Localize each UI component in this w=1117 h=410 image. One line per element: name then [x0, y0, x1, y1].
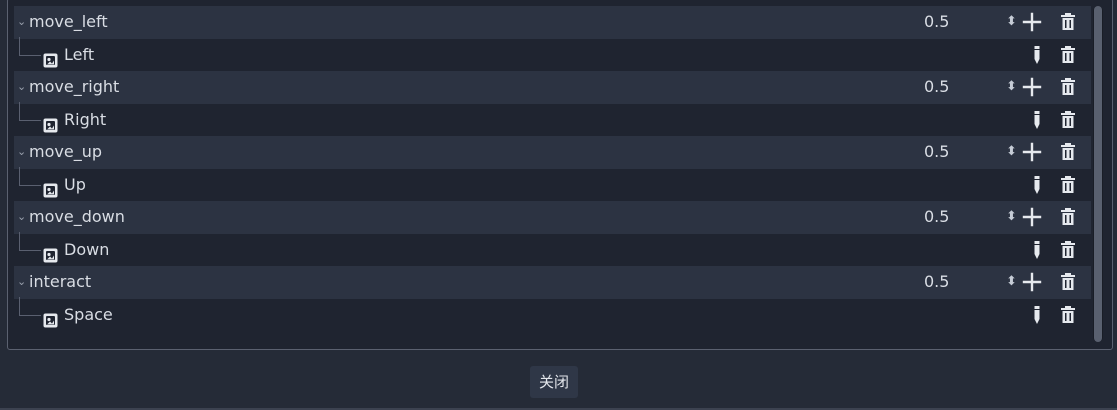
event-row[interactable]: Right	[14, 101, 1091, 137]
add-event-button[interactable]	[1022, 77, 1042, 97]
remove-event-button[interactable]	[1058, 240, 1078, 260]
tree-guide-line	[19, 166, 41, 186]
remove-action-button[interactable]	[1058, 207, 1078, 227]
joypad-icon	[43, 307, 58, 327]
pencil-icon	[1033, 240, 1041, 259]
action-tree: ⌄ move_left 0.5 ⬍ Left ⌄ move_right 0.5 ⬍ Right ⌄ m…	[14, 6, 1091, 331]
trash-icon	[1060, 175, 1076, 194]
plus-icon	[1022, 207, 1042, 227]
deadzone-value[interactable]: 0.5	[924, 266, 949, 298]
action-name: move_left	[29, 12, 108, 31]
tree-guide-line	[19, 231, 41, 251]
chevron-down-icon[interactable]: ⌄	[17, 6, 27, 38]
event-row[interactable]: Up	[14, 166, 1091, 202]
chevron-down-icon[interactable]: ⌄	[17, 136, 27, 168]
remove-action-button[interactable]	[1058, 12, 1078, 32]
event-row[interactable]: Space	[14, 296, 1091, 332]
vertical-scrollbar[interactable]	[1093, 6, 1103, 342]
chevron-down-icon[interactable]: ⌄	[17, 201, 27, 233]
action-row[interactable]: ⌄ move_left 0.5 ⬍	[14, 6, 1091, 39]
event-name: Space	[64, 304, 113, 324]
event-row[interactable]: Down	[14, 231, 1091, 267]
close-button[interactable]: 关闭	[530, 366, 578, 398]
tree-guide-line	[19, 296, 41, 316]
plus-icon	[1022, 142, 1042, 162]
action-name: move_down	[29, 207, 125, 226]
edit-event-button[interactable]	[1027, 45, 1047, 65]
pencil-icon	[1033, 305, 1041, 324]
action-row[interactable]: ⌄ move_down 0.5 ⬍	[14, 201, 1091, 234]
scrollbar-thumb[interactable]	[1094, 6, 1102, 342]
joypad-icon	[43, 47, 58, 67]
add-event-button[interactable]	[1022, 207, 1042, 227]
pencil-icon	[1033, 175, 1041, 194]
edit-event-button[interactable]	[1027, 240, 1047, 260]
spinner-arrows-icon[interactable]: ⬍	[1006, 201, 1017, 233]
trash-icon	[1060, 305, 1076, 324]
edit-event-button[interactable]	[1027, 305, 1047, 325]
action-row[interactable]: ⌄ move_up 0.5 ⬍	[14, 136, 1091, 169]
remove-event-button[interactable]	[1058, 110, 1078, 130]
trash-icon	[1060, 78, 1076, 96]
tree-guide-line	[19, 36, 41, 56]
trash-icon	[1060, 143, 1076, 161]
deadzone-value[interactable]: 0.5	[924, 201, 949, 233]
deadzone-value[interactable]: 0.5	[924, 71, 949, 103]
pencil-icon	[1033, 110, 1041, 129]
remove-event-button[interactable]	[1058, 45, 1078, 65]
tree-guide-line	[19, 101, 41, 121]
remove-event-button[interactable]	[1058, 175, 1078, 195]
action-name: move_right	[29, 77, 120, 96]
remove-action-button[interactable]	[1058, 142, 1078, 162]
edit-event-button[interactable]	[1027, 175, 1047, 195]
spinner-arrows-icon[interactable]: ⬍	[1006, 6, 1017, 38]
trash-icon	[1060, 45, 1076, 64]
event-name: Left	[64, 44, 95, 64]
plus-icon	[1022, 77, 1042, 97]
remove-action-button[interactable]	[1058, 77, 1078, 97]
joypad-icon	[43, 177, 58, 197]
action-row[interactable]: ⌄ move_right 0.5 ⬍	[14, 71, 1091, 104]
action-name: interact	[29, 272, 92, 291]
action-list-panel: ⌄ move_left 0.5 ⬍ Left ⌄ move_right 0.5 ⬍ Right ⌄ m…	[7, 0, 1113, 350]
spinner-arrows-icon[interactable]: ⬍	[1006, 266, 1017, 298]
edit-event-button[interactable]	[1027, 110, 1047, 130]
input-map-dialog: ⌄ move_left 0.5 ⬍ Left ⌄ move_right 0.5 ⬍ Right ⌄ m…	[0, 0, 1117, 410]
event-row[interactable]: Left	[14, 36, 1091, 72]
add-event-button[interactable]	[1022, 272, 1042, 292]
add-event-button[interactable]	[1022, 12, 1042, 32]
event-name: Up	[64, 174, 86, 194]
trash-icon	[1060, 13, 1076, 31]
chevron-down-icon[interactable]: ⌄	[17, 266, 27, 298]
joypad-icon	[43, 242, 58, 262]
pencil-icon	[1033, 45, 1041, 64]
trash-icon	[1060, 273, 1076, 291]
remove-event-button[interactable]	[1058, 305, 1078, 325]
action-name: move_up	[29, 142, 102, 161]
event-name: Right	[64, 109, 107, 129]
spinner-arrows-icon[interactable]: ⬍	[1006, 71, 1017, 103]
trash-icon	[1060, 208, 1076, 226]
trash-icon	[1060, 240, 1076, 259]
add-event-button[interactable]	[1022, 142, 1042, 162]
deadzone-value[interactable]: 0.5	[924, 6, 949, 38]
plus-icon	[1022, 272, 1042, 292]
deadzone-value[interactable]: 0.5	[924, 136, 949, 168]
chevron-down-icon[interactable]: ⌄	[17, 71, 27, 103]
spinner-arrows-icon[interactable]: ⬍	[1006, 136, 1017, 168]
event-name: Down	[64, 239, 110, 259]
action-row[interactable]: ⌄ interact 0.5 ⬍	[14, 266, 1091, 299]
remove-action-button[interactable]	[1058, 272, 1078, 292]
joypad-icon	[43, 112, 58, 132]
trash-icon	[1060, 110, 1076, 129]
plus-icon	[1022, 12, 1042, 32]
